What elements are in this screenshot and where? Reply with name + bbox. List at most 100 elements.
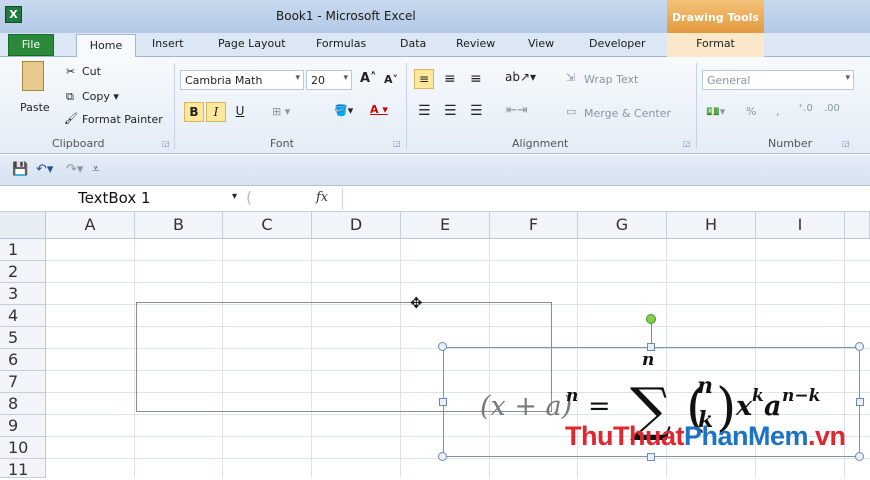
align-top-icon[interactable]: ≡ [414,69,434,89]
alignment-launcher-icon[interactable]: ◲ [683,139,691,148]
bold-button[interactable]: B [184,102,204,122]
percent-button[interactable]: % [746,105,756,118]
tab-insert[interactable]: Insert [152,37,184,50]
format-painter-icon[interactable]: 🖌 [64,112,78,125]
align-bottom-icon[interactable]: ≡ [470,71,482,87]
resize-handle[interactable] [439,398,447,406]
separator [696,63,697,149]
font-name-combo[interactable]: Cambria Math ▾ [180,70,304,90]
name-box[interactable]: TextBox 1 [0,186,242,211]
binom-top: n [697,373,713,399]
column-header[interactable]: A [46,212,135,239]
align-right-icon[interactable]: ☰ [470,103,483,119]
font-group-label: Font [270,137,294,150]
column-header[interactable]: H [667,212,756,239]
align-center-icon[interactable]: ☰ [444,103,457,119]
resize-handle[interactable] [438,342,447,351]
clipboard-launcher-icon[interactable]: ◲ [162,139,170,148]
row-header[interactable]: 7 [0,371,46,393]
column-header[interactable] [845,212,870,239]
tab-view[interactable]: View [528,37,554,50]
fill-color-icon[interactable]: 🪣▾ [334,104,353,117]
watermark-part: PhanMem [683,421,809,451]
row-header[interactable]: 3 [0,283,46,305]
decrease-indent-icon[interactable]: ⇤⇥ [506,103,528,118]
tab-data[interactable]: Data [400,37,426,50]
row-header[interactable]: 11 [0,459,46,479]
ribbon-tabs: File Home Insert Page Layout Formulas Da… [0,33,870,58]
insert-function-icon[interactable]: fx [316,190,328,205]
rotate-handle[interactable] [646,314,656,324]
column-header[interactable]: B [135,212,223,239]
select-all-corner[interactable] [0,212,46,239]
font-size-combo[interactable]: 20 ▾ [306,70,352,90]
number-format-combo[interactable]: General ▾ [702,70,854,90]
underline-button[interactable]: U [230,102,250,122]
resize-handle[interactable] [438,452,447,461]
align-left-icon[interactable]: ☰ [418,103,431,119]
column-header[interactable]: E [401,212,490,239]
row-header[interactable]: 6 [0,349,46,371]
row-header[interactable]: 9 [0,415,46,437]
tab-formulas[interactable]: Formulas [316,37,366,50]
align-middle-icon[interactable]: ≡ [444,71,456,87]
customize-qat-icon[interactable]: ⩡ [92,162,99,177]
ribbon: Paste ✂ Cut ⧉ Copy ▾ 🖌 Format Painter Cl… [0,57,870,154]
number-format-value: General [707,74,751,87]
orientation-icon[interactable]: ab↗▾ [505,70,536,84]
paste-button[interactable]: Paste [20,101,50,114]
row-header[interactable]: 4 [0,305,46,327]
row-header[interactable]: 5 [0,327,46,349]
italic-button[interactable]: I [206,102,226,122]
grow-font-icon[interactable]: A˄ [360,71,377,86]
column-header[interactable]: I [756,212,845,239]
wrap-text-icon[interactable]: ⇲ [566,71,575,84]
cut-button[interactable]: Cut [82,65,101,78]
copy-button[interactable]: Copy ▾ [82,90,119,103]
tab-file[interactable]: File [8,34,54,56]
decrease-decimal-icon[interactable]: .00 [824,103,840,114]
tab-review[interactable]: Review [456,37,495,50]
column-header[interactable]: C [223,212,312,239]
undo-icon[interactable]: ↶▾ [36,162,53,177]
row-header[interactable]: 1 [0,239,46,261]
tab-developer[interactable]: Developer [589,37,646,50]
currency-icon[interactable]: 💵▾ [706,105,725,118]
row-header[interactable]: 2 [0,261,46,283]
column-header[interactable]: G [578,212,667,239]
save-icon[interactable]: 💾 [12,162,28,177]
increase-decimal-icon[interactable]: ⁺.0 [798,103,813,114]
equation-lhs-exponent: n [566,386,578,406]
formula-bar-handle-icon[interactable]: ( [246,188,252,207]
font-launcher-icon[interactable]: ◲ [393,139,401,148]
tab-page-layout[interactable]: Page Layout [218,37,286,50]
formula-input[interactable] [344,186,870,211]
redo-icon[interactable]: ↷▾ [66,162,83,177]
copy-icon[interactable]: ⧉ [66,90,74,104]
format-painter-button[interactable]: Format Painter [82,113,163,126]
row-header[interactable]: 10 [0,437,46,459]
borders-icon[interactable]: ⊞ ▾ [272,105,290,118]
term-a: a [764,391,782,422]
chevron-down-icon: ▾ [343,73,348,83]
sum-upper-limit: n [642,350,654,370]
number-launcher-icon[interactable]: ◲ [842,139,850,148]
merge-center-button[interactable]: Merge & Center [584,107,671,120]
merge-center-icon[interactable]: ▭ [566,105,576,118]
tab-home[interactable]: Home [76,34,136,58]
shrink-font-icon[interactable]: A˅ [384,73,398,86]
paste-icon[interactable] [22,61,44,91]
cut-icon[interactable]: ✂ [66,65,75,78]
column-header[interactable]: F [490,212,578,239]
excel-app-icon[interactable]: X [5,6,22,23]
move-cursor-icon: ✥ [410,294,423,312]
equals-sign: = [588,391,611,422]
wrap-text-button[interactable]: Wrap Text [584,73,638,86]
row-header[interactable]: 8 [0,393,46,415]
name-box-dropdown-icon[interactable]: ▾ [232,191,237,202]
watermark-part: ThuThuat [565,421,684,451]
comma-button[interactable]: , [776,105,780,118]
font-color-icon[interactable]: A ▾ [370,103,388,116]
tab-format[interactable]: Format [667,33,764,57]
column-header[interactable]: D [312,212,401,239]
